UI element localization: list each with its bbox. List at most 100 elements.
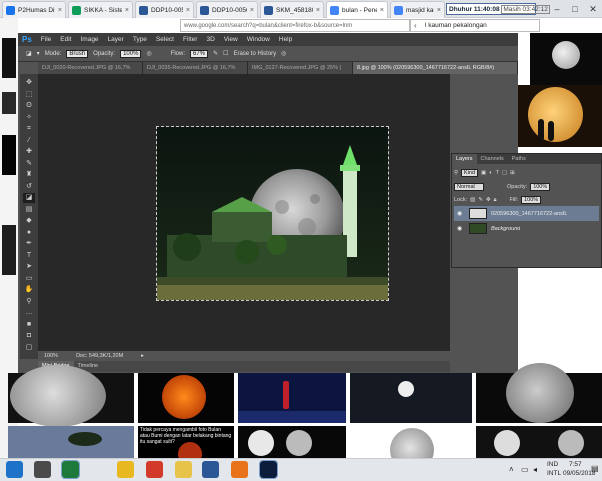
healing-brush-icon[interactable]: ✚ xyxy=(23,147,35,157)
lock-move-icon[interactable]: ✥ xyxy=(486,197,491,203)
visibility-eye-icon[interactable]: ◉ xyxy=(457,225,465,232)
browser-tab[interactable]: DDP10-0055_1.pdf× xyxy=(135,1,194,18)
volume-icon[interactable]: ◂ xyxy=(533,465,537,474)
menu-help[interactable]: Help xyxy=(279,36,292,43)
visibility-eye-icon[interactable]: ◉ xyxy=(457,210,465,217)
pressure-opacity-icon[interactable]: ◎ xyxy=(146,50,151,57)
browser-tab[interactable]: P2Humas Direktor× xyxy=(2,1,66,18)
tab-close-icon[interactable]: × xyxy=(250,7,254,14)
pressure-size-icon[interactable]: ◎ xyxy=(281,50,286,57)
filter-icon[interactable]: ⚲ xyxy=(454,170,458,176)
address-bar[interactable]: www.google.com/search?q=bulan&client=fir… xyxy=(180,19,410,32)
filter-pixel-icon[interactable]: ▣ xyxy=(481,170,486,176)
browser-tab[interactable]: SIKKA - Sistem Inf× xyxy=(68,1,133,18)
document-tab[interactable]: IMG_0127-Recovered.JPG @ 25% ( xyxy=(248,62,353,74)
zoom-tool-icon[interactable]: ⚲ xyxy=(23,297,35,307)
network-icon[interactable]: ▭ xyxy=(521,465,529,474)
image-result-moon-2[interactable] xyxy=(518,85,602,147)
quick-select-icon[interactable]: ✧ xyxy=(23,113,35,123)
tab-close-icon[interactable]: × xyxy=(316,7,320,14)
menu-3d[interactable]: 3D xyxy=(206,36,214,43)
color-swatch-icon[interactable]: ■ xyxy=(23,320,35,330)
clock-time[interactable]: 7:57 xyxy=(569,461,582,468)
image-result-moon-5[interactable] xyxy=(476,426,602,458)
search-box[interactable]: l kauman pekalongan xyxy=(410,19,540,32)
opacity-field[interactable]: 100% xyxy=(120,49,142,58)
blend-mode-select[interactable]: Normal xyxy=(454,183,484,191)
hand-tool-icon[interactable]: ✋ xyxy=(23,285,35,295)
image-result-moon-4[interactable] xyxy=(476,363,602,423)
menu-layer[interactable]: Layer xyxy=(108,36,124,43)
msg-icon[interactable] xyxy=(146,461,163,478)
more-tools-icon[interactable]: … xyxy=(23,308,35,318)
task-view-icon[interactable] xyxy=(34,461,51,478)
lock-paint-icon[interactable]: ✎ xyxy=(478,197,483,203)
document-tab[interactable]: DJI_0020-Recovered.JPG @ 16,7% xyxy=(38,62,143,74)
eraser-tool-icon[interactable]: ◪ xyxy=(23,193,35,203)
thumb-left-3[interactable] xyxy=(2,135,16,175)
panel-tab-channels[interactable]: Channels xyxy=(477,154,508,164)
crop-tool-icon[interactable]: ⌗ xyxy=(23,124,35,134)
filter-adjust-icon[interactable]: ◐ xyxy=(489,170,492,176)
document-canvas[interactable] xyxy=(156,126,389,301)
tray-expand-icon[interactable]: ˄ xyxy=(509,465,514,474)
brush-tool-icon[interactable]: ✎ xyxy=(23,159,35,169)
lang-label[interactable]: IND xyxy=(547,461,558,468)
filter-shape-icon[interactable]: ▢ xyxy=(502,170,507,176)
firefox-icon[interactable] xyxy=(231,461,248,478)
menu-select[interactable]: Select xyxy=(156,36,174,43)
browser-tab[interactable]: DDP10-0056_1.pdf× xyxy=(196,1,258,18)
menu-window[interactable]: Window xyxy=(247,36,270,43)
minimize-icon[interactable]: – xyxy=(550,2,564,16)
move-tool-icon[interactable]: ✥ xyxy=(23,78,35,88)
image-result-cloudy-moon[interactable] xyxy=(350,373,472,423)
flow-field[interactable]: 67% xyxy=(190,49,209,58)
browser-tab[interactable]: SKM_4581805043× xyxy=(260,1,324,18)
document-tab[interactable]: 8.jpg @ 100% (020596300_1467716722-ansIL… xyxy=(353,62,518,74)
browser-tab[interactable]: masjid kauman× xyxy=(390,1,445,18)
menu-file[interactable]: File xyxy=(41,36,51,43)
menu-type[interactable]: Type xyxy=(133,36,147,43)
eraser-tool-icon[interactable]: ◪ xyxy=(26,50,32,57)
image-result-phase[interactable] xyxy=(238,426,346,458)
menu-edit[interactable]: Edit xyxy=(60,36,71,43)
type-tool-icon[interactable]: T xyxy=(23,251,35,261)
thumb-left-2[interactable] xyxy=(2,92,16,114)
status-arrow-icon[interactable]: ▸ xyxy=(141,353,144,359)
gradient-tool-icon[interactable]: ▤ xyxy=(23,205,35,215)
menu-view[interactable]: View xyxy=(224,36,238,43)
notification-icon[interactable]: ▤ xyxy=(591,464,599,473)
path-select-icon[interactable]: ➤ xyxy=(23,262,35,272)
folder-icon[interactable] xyxy=(175,461,192,478)
lock-pixels-icon[interactable]: ▨ xyxy=(470,197,475,203)
excel-icon[interactable] xyxy=(61,460,80,479)
blur-tool-icon[interactable]: ◆ xyxy=(23,216,35,226)
image-result-white-moon[interactable] xyxy=(350,426,472,472)
brush-preset-icon[interactable]: ▾ xyxy=(37,50,40,57)
history-brush-icon[interactable]: ↺ xyxy=(23,182,35,192)
image-result-caption[interactable]: Tidak percaya mengambil foto Bulan atau … xyxy=(138,426,234,458)
close-icon[interactable]: ✕ xyxy=(586,2,600,16)
thumb-left-4[interactable] xyxy=(2,225,16,275)
quick-mask-icon[interactable]: ◘ xyxy=(23,331,35,341)
tab-close-icon[interactable]: × xyxy=(437,7,441,14)
chrome-icon[interactable] xyxy=(117,461,134,478)
tab-close-icon[interactable]: × xyxy=(380,7,384,14)
filter-type-icon[interactable]: T xyxy=(496,170,499,176)
erase-history-checkbox[interactable]: ☐ xyxy=(223,50,228,57)
maximize-icon[interactable]: □ xyxy=(568,2,582,16)
tab-close-icon[interactable]: × xyxy=(125,7,129,14)
airbrush-icon[interactable]: ✎ xyxy=(213,50,218,57)
image-result-moon-3[interactable] xyxy=(8,365,134,427)
menu-image[interactable]: Image xyxy=(80,36,98,43)
pen-tool-icon[interactable]: ✒ xyxy=(23,239,35,249)
tab-close-icon[interactable]: × xyxy=(186,7,190,14)
zoom-level[interactable]: 100% xyxy=(44,353,58,359)
panel-tab-paths[interactable]: Paths xyxy=(508,154,530,164)
filter-smart-icon[interactable]: ⊞ xyxy=(510,170,515,176)
word-icon[interactable] xyxy=(202,461,219,478)
fill-field[interactable]: 100% xyxy=(521,196,542,204)
clone-stamp-icon[interactable]: ♜ xyxy=(23,170,35,180)
menu-filter[interactable]: Filter xyxy=(183,36,197,43)
photoshop-icon[interactable] xyxy=(259,460,278,479)
